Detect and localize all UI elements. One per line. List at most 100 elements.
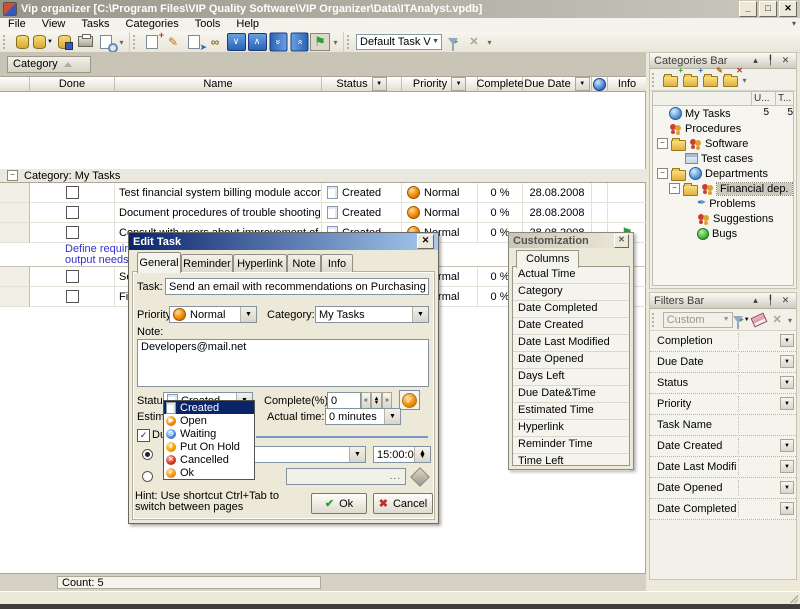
header-due-date[interactable]: Due Date▼ [523, 77, 592, 92]
chevron-down-icon[interactable]: ▼ [780, 397, 794, 410]
due-date-filter-icon[interactable]: ▼ [575, 77, 590, 91]
chevron-down-icon[interactable]: ▼ [780, 376, 794, 389]
note-textarea[interactable]: Developers@mail.net [137, 339, 429, 387]
menu-overflow-icon[interactable]: ▾ [788, 19, 800, 30]
dropdown-option-cancelled[interactable]: ✕Cancelled [164, 453, 254, 466]
collapse-icon[interactable]: − [669, 183, 680, 194]
header-done[interactable]: Done [30, 77, 115, 92]
print-button[interactable] [75, 33, 95, 51]
due-custom-radio[interactable] [142, 471, 153, 482]
move-down-button[interactable]: ∨ [226, 33, 246, 51]
complete-timer-button[interactable]: ✓ [399, 390, 420, 410]
move-up-button[interactable]: ∧ [247, 33, 267, 51]
close-icon[interactable]: ✕ [417, 234, 434, 249]
add-subcategory-button[interactable]: + [680, 71, 700, 89]
toolbar-overflow-icon[interactable]: ▾ [485, 34, 494, 50]
close-icon[interactable]: ✕ [614, 234, 629, 248]
header-info[interactable]: Info [608, 77, 646, 92]
filter-row-task-name[interactable]: Task Name [650, 415, 796, 436]
spin-min-button[interactable]: « [361, 392, 371, 409]
new-database-button[interactable] [12, 33, 32, 51]
cancel-button[interactable]: ✖ Cancel [373, 493, 433, 514]
tree-item-my-tasks[interactable]: My Tasks 5 5 [653, 106, 793, 121]
done-checkbox[interactable] [66, 186, 79, 199]
table-row[interactable]: Document procedures of trouble shooting … [0, 203, 646, 223]
add-category-button[interactable]: + [660, 71, 680, 89]
col-uncompleted[interactable]: U... [751, 92, 775, 105]
tree-item-financial-dep[interactable]: − Financial dep. [653, 181, 793, 196]
flag-button[interactable]: ⚑ [310, 33, 330, 51]
tab-hyperlink[interactable]: Hyperlink [233, 254, 287, 272]
collapse-icon[interactable]: − [657, 168, 668, 179]
header-priority[interactable]: Priority▼ [402, 77, 478, 92]
actual-time-combo[interactable]: 0 minutes ▼ [325, 408, 401, 425]
group-row[interactable]: − Category: My Tasks [0, 169, 646, 183]
close-icon[interactable]: ✕ [779, 55, 792, 67]
time-spinner[interactable]: ▲▼ [414, 447, 430, 462]
list-item[interactable]: Days Left [513, 369, 629, 386]
collapse-icon[interactable]: − [657, 138, 668, 149]
menu-view[interactable]: View [34, 18, 74, 31]
chevron-down-icon[interactable]: ▼ [780, 481, 794, 494]
dropdown-option-created[interactable]: Created [164, 401, 254, 414]
list-item[interactable]: Actual Time [513, 267, 629, 284]
tab-note[interactable]: Note [287, 254, 321, 272]
list-item[interactable]: Category [513, 284, 629, 301]
filter-row-status[interactable]: Status▼ [650, 373, 796, 394]
close-icon[interactable]: ✕ [779, 295, 792, 307]
collapse-icon[interactable]: − [7, 170, 18, 181]
move-top-button[interactable]: » [289, 33, 309, 51]
apply-view-button[interactable]: ▸ [443, 33, 463, 51]
tree-item-departments[interactable]: − Departments [653, 166, 793, 181]
filter-row-date-opened[interactable]: Date Opened▼ [650, 478, 796, 499]
done-checkbox[interactable] [66, 270, 79, 283]
menu-file[interactable]: File [0, 18, 34, 31]
list-item[interactable]: Date Completed [513, 301, 629, 318]
priority-filter-icon[interactable]: ▼ [451, 77, 466, 91]
toolbar-overflow-icon[interactable]: ▾ [331, 34, 340, 50]
done-checkbox[interactable] [66, 226, 79, 239]
save-database-button[interactable] [54, 33, 74, 51]
list-item[interactable]: Reminder Time [513, 437, 629, 454]
open-database-button[interactable]: ▼ [33, 33, 53, 51]
assign-task-button[interactable]: ➤ [184, 33, 204, 51]
header-complete[interactable]: Complete [478, 77, 523, 92]
header-name[interactable]: Name [115, 77, 322, 92]
done-checkbox[interactable] [66, 290, 79, 303]
table-row[interactable]: Test financial system billing module acc… [0, 183, 646, 203]
task-input[interactable]: Send an email with recommendations on Pu… [165, 278, 429, 295]
move-bottom-button[interactable]: » [268, 33, 288, 51]
tab-info[interactable]: Info [321, 254, 353, 272]
col-total[interactable]: T... [775, 92, 797, 105]
filter-row-date-last-modified[interactable]: Date Last Modifi▼ [650, 457, 796, 478]
dropdown-option-put-on-hold[interactable]: ‖Put On Hold [164, 440, 254, 453]
tree-item-software[interactable]: − Software [653, 136, 793, 151]
status-filter-icon[interactable]: ▼ [372, 77, 387, 91]
chevron-down-icon[interactable]: ▼ [780, 355, 794, 368]
filter-row-date-completed[interactable]: Date Completed▼ [650, 499, 796, 520]
due-custom-input[interactable]: ... [286, 468, 406, 485]
edit-task-button[interactable]: ✎ [163, 33, 183, 51]
spin-max-button[interactable]: » [382, 392, 392, 409]
add-task-button[interactable]: + [142, 33, 162, 51]
print-preview-button[interactable] [96, 33, 116, 51]
header-status[interactable]: Status▼ [322, 77, 402, 92]
resize-grip[interactable] [789, 594, 798, 603]
chevron-down-icon[interactable]: ▼ [780, 502, 794, 515]
list-item[interactable]: Estimated Time [513, 403, 629, 420]
category-combo[interactable]: My Tasks ▼ [315, 306, 429, 323]
dropdown-option-open[interactable]: ▶Open [164, 414, 254, 427]
tree-item-suggestions[interactable]: Suggestions [653, 211, 793, 226]
due-time-input[interactable]: 15:00:00 ▲▼ [373, 446, 431, 463]
tree-item-procedures[interactable]: Procedures [653, 121, 793, 136]
list-item[interactable]: Date Last Modified [513, 335, 629, 352]
toolbar-overflow-icon[interactable]: ▾ [786, 312, 794, 328]
chevron-down-icon[interactable]: ▼ [780, 334, 794, 347]
menu-tasks[interactable]: Tasks [73, 18, 117, 31]
search-button[interactable]: ∞ [205, 33, 225, 51]
ok-button[interactable]: ✔ Ok [311, 493, 367, 514]
filter-preset-combo[interactable]: Custom▼ [663, 312, 733, 328]
done-checkbox[interactable] [66, 206, 79, 219]
list-item[interactable]: Date Created [513, 318, 629, 335]
list-item[interactable]: Date Opened [513, 352, 629, 369]
